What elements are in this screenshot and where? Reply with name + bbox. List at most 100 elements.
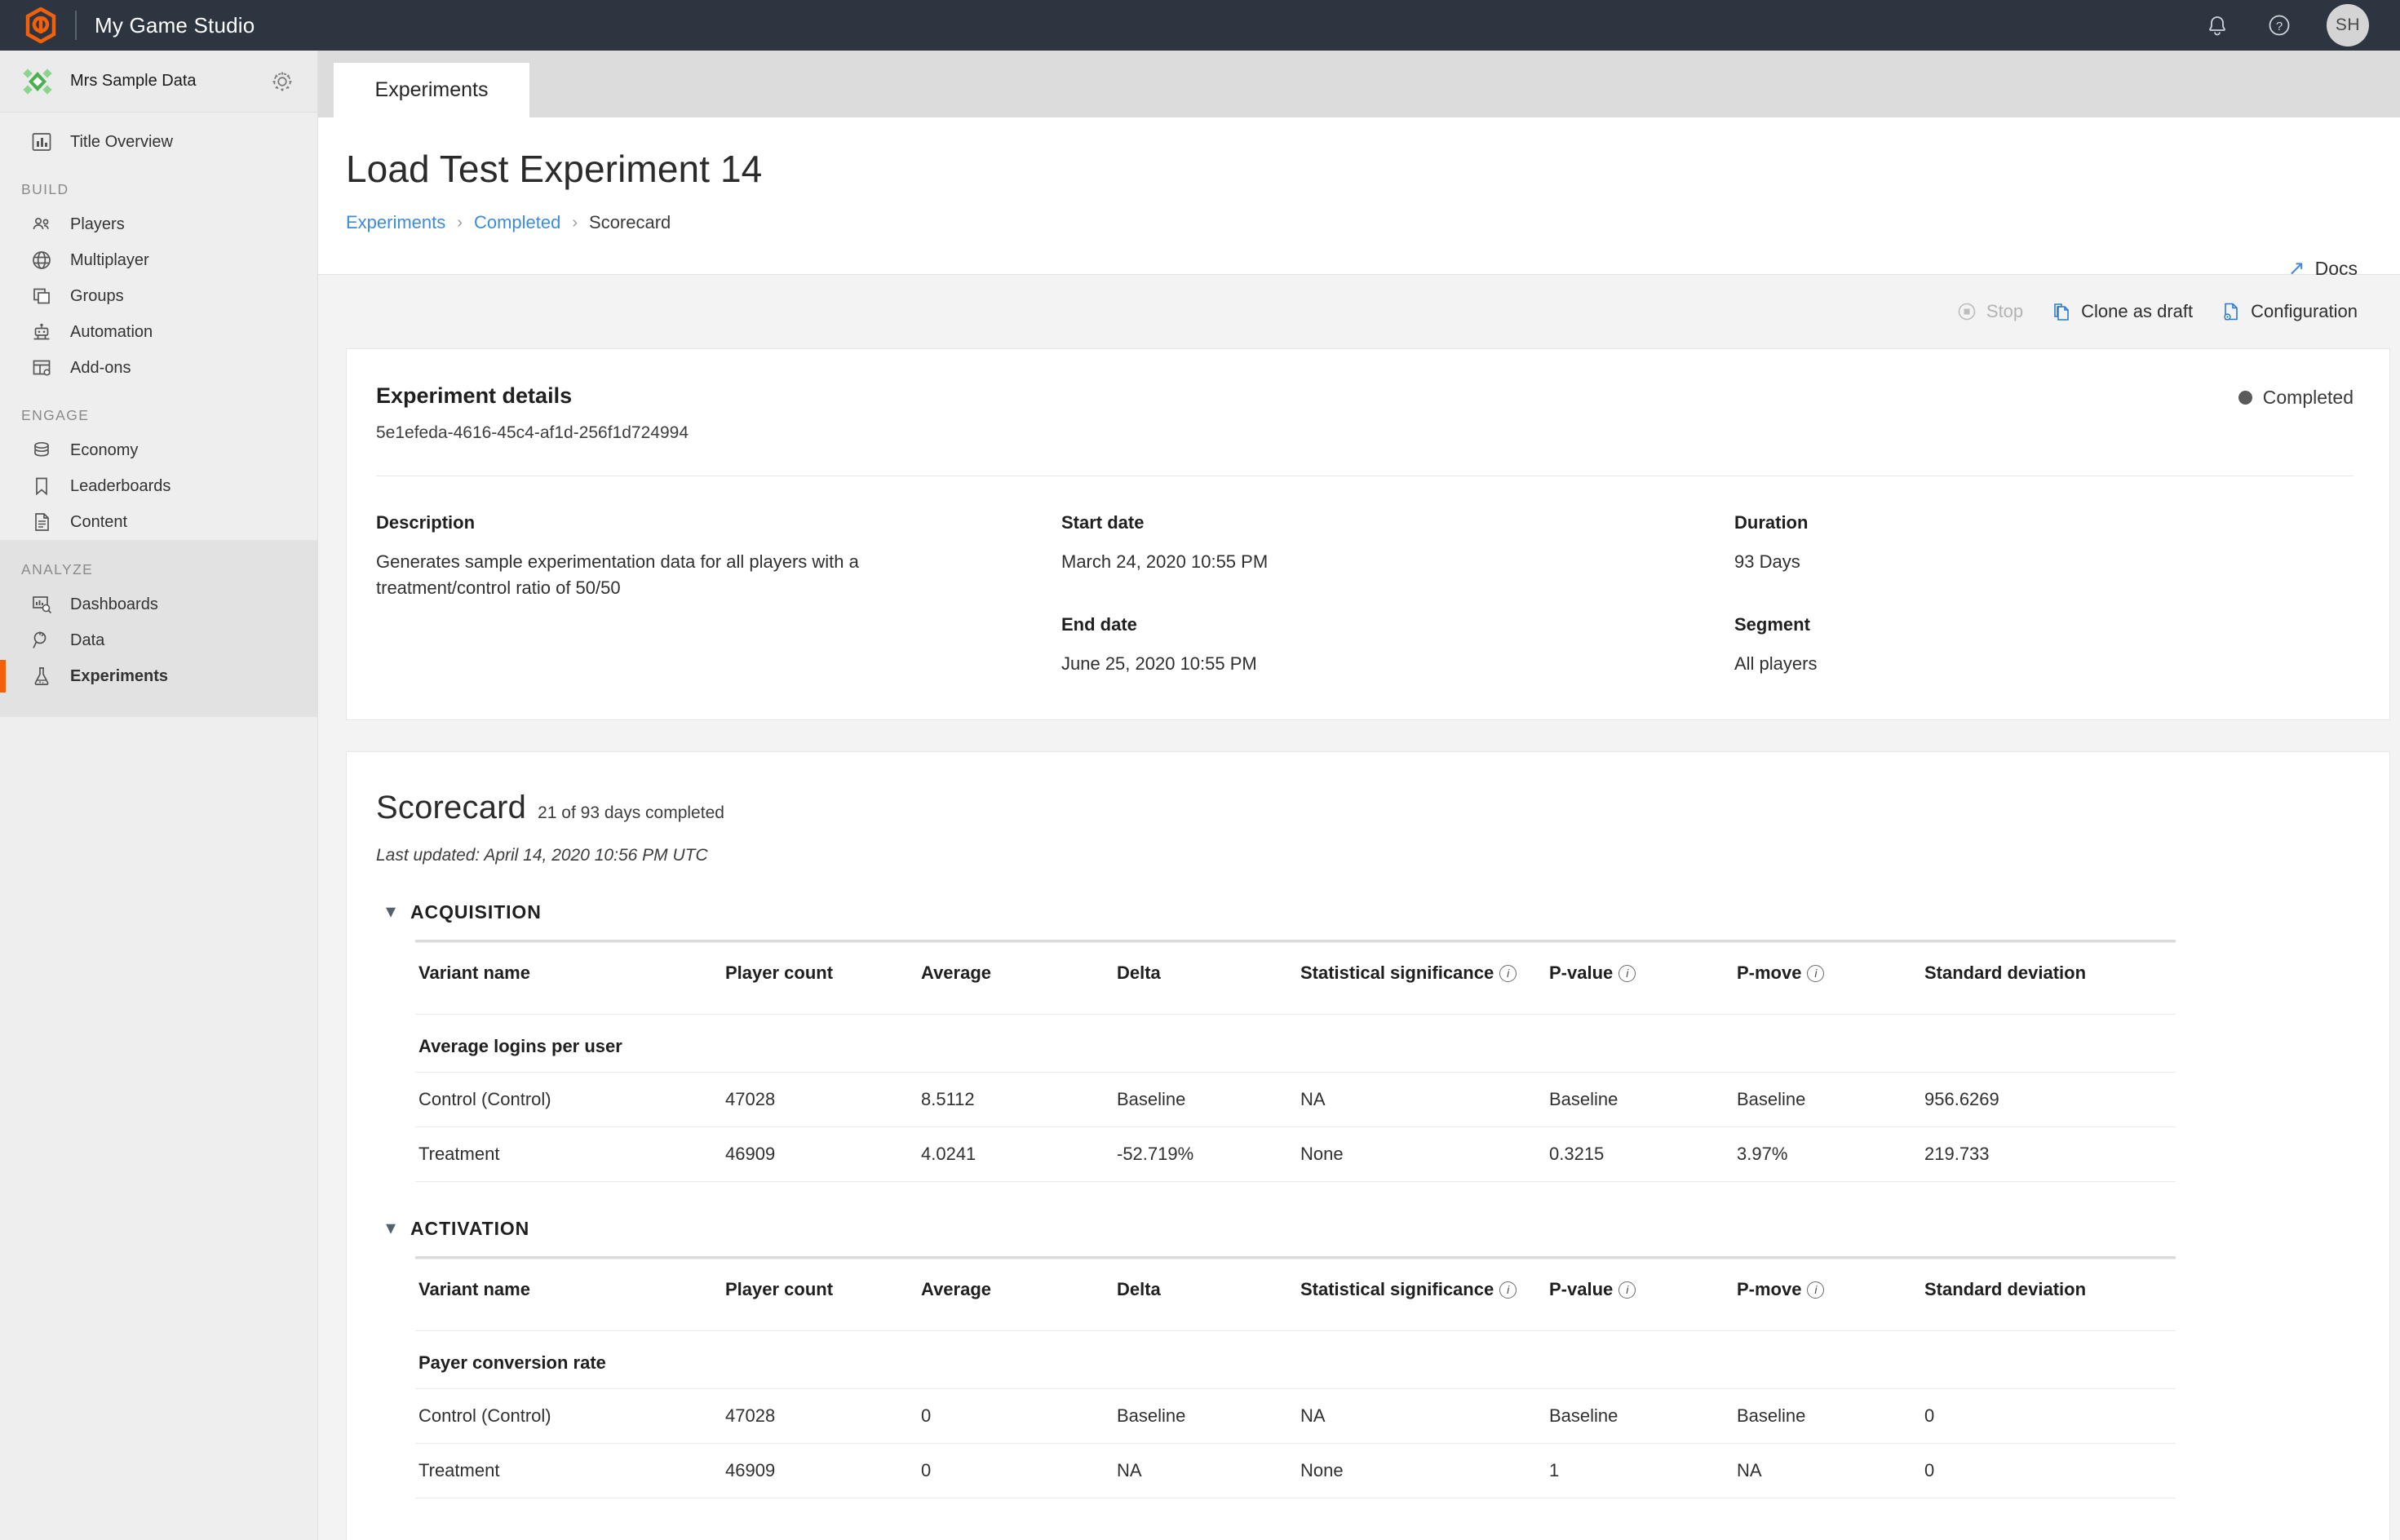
cell-player-count: 47028 <box>725 1071 921 1127</box>
col-standard-deviation: Standard deviation <box>1924 941 2176 1015</box>
top-bar: My Game Studio ? SH <box>0 0 2400 51</box>
sidebar-item-groups[interactable]: Groups <box>0 278 317 314</box>
col-player-count: Player count <box>725 1258 921 1331</box>
cell-p-value: 0.3215 <box>1549 1126 1737 1182</box>
sidebar-item-label: Leaderboards <box>70 476 171 495</box>
cell-standard-deviation: 219.733 <box>1924 1126 2176 1182</box>
info-icon[interactable]: i <box>1618 964 1636 982</box>
scorecard-title: Scorecard <box>376 789 527 825</box>
col-variant-name: Variant name <box>415 1258 725 1331</box>
info-icon[interactable]: i <box>1499 964 1517 982</box>
cell-p-move: Baseline <box>1737 1071 1924 1127</box>
avatar[interactable]: SH <box>2327 4 2369 46</box>
cell-variant-name: Control (Control) <box>415 1387 725 1444</box>
segment-value: All players <box>1734 653 1818 674</box>
sidebar-item-multiplayer[interactable]: Multiplayer <box>0 242 317 278</box>
bar-chart-icon <box>29 130 54 154</box>
col-player-count: Player count <box>725 941 921 1015</box>
col-p-value: P-value i <box>1549 1258 1737 1331</box>
cell-standard-deviation: 0 <box>1924 1442 2176 1498</box>
duration-label: Duration <box>1734 512 1809 533</box>
cell-p-move: 3.97% <box>1737 1126 1924 1182</box>
info-icon[interactable]: i <box>1807 964 1825 982</box>
col-p-move: P-move i <box>1737 941 1924 1015</box>
sidebar-item-label: Players <box>70 215 125 233</box>
tab-experiments[interactable]: Experiments <box>334 63 529 117</box>
app-root: My Game Studio ? SH Mrs Sample Data Titl… <box>0 0 2400 1540</box>
sidebar-item-dashboards[interactable]: Dashboards <box>0 586 317 622</box>
studio-diamond-icon <box>21 65 54 98</box>
scorecard-table-acquisition: Control (Control) 47028 8.5112 Baseline … <box>415 1071 2176 1182</box>
sidebar-item-automation[interactable]: Automation <box>0 314 317 350</box>
col-standard-deviation: Standard deviation <box>1924 1258 2176 1331</box>
breadcrumb-item-scorecard: Scorecard <box>589 212 671 232</box>
hexagon-logo-icon[interactable] <box>23 7 59 43</box>
cell-variant-name: Control (Control) <box>415 1071 725 1127</box>
brand-title: My Game Studio <box>95 12 255 38</box>
globe-icon <box>29 248 54 272</box>
sidebar-item-content[interactable]: Content <box>0 504 317 540</box>
sidebar-item-label: Dashboards <box>70 595 158 613</box>
studio-selector[interactable]: Mrs Sample Data <box>0 51 317 113</box>
sidebar-group-build: BUILD Players Multiplayer Groups Automat… <box>0 160 317 386</box>
cell-p-move: NA <box>1737 1442 1924 1498</box>
sidebar-group-label: BUILD <box>21 181 69 197</box>
chevron-down-icon: ▾ <box>386 901 396 923</box>
cell-variant-name: Treatment <box>415 1126 725 1182</box>
dashboard-search-icon <box>29 592 54 617</box>
start-date-value: March 24, 2020 10:55 PM <box>1061 551 1269 572</box>
end-date-block: End date June 25, 2020 10:55 PM <box>1061 614 1734 677</box>
duration-value: 93 Days <box>1734 551 1800 572</box>
breadcrumb-item-experiments[interactable]: Experiments <box>346 212 445 233</box>
sidebar-item-leaderboards[interactable]: Leaderboards <box>0 468 317 504</box>
robot-icon <box>29 320 54 344</box>
sidebar-item-players[interactable]: Players <box>0 206 317 242</box>
experiment-guid: 5e1efeda-4616-45c4-af1d-256f1d724994 <box>376 423 689 442</box>
bell-icon[interactable] <box>2203 11 2232 40</box>
stop-label: Stop <box>1986 301 2024 321</box>
status-label: Completed <box>2262 387 2354 408</box>
info-icon[interactable]: i <box>1618 1281 1636 1299</box>
question-circle-icon[interactable]: ? <box>2265 11 2294 40</box>
clone-as-draft-button[interactable]: Clone as draft <box>2051 301 2193 322</box>
sidebar-item-experiments[interactable]: Experiments <box>0 658 317 694</box>
sidebar-item-data[interactable]: Data <box>0 622 317 658</box>
sidebar-item-title-overview[interactable]: Title Overview <box>0 124 317 160</box>
chevron-right-icon: › <box>457 213 463 232</box>
cell-variant-name: Treatment <box>415 1442 725 1498</box>
layers-icon <box>29 284 54 308</box>
segment-label: Segment <box>1734 613 1810 635</box>
cell-player-count: 46909 <box>725 1442 921 1498</box>
scorecard-table-header: Variant name Player count Average Delta … <box>415 941 2176 1015</box>
breadcrumb-item-completed[interactable]: Completed <box>474 212 560 233</box>
page-title: Load Test Experiment 14 <box>346 148 763 190</box>
sidebar-item-label: Experiments <box>70 666 169 685</box>
docs-link[interactable]: ↗ Docs <box>2288 258 2358 280</box>
info-icon[interactable]: i <box>1807 1281 1825 1299</box>
sidebar-item-add-ons[interactable]: Add-ons <box>0 350 317 386</box>
end-date-value: June 25, 2020 10:55 PM <box>1061 653 1257 674</box>
addons-icon <box>29 356 54 380</box>
col-delta: Delta <box>1117 1258 1300 1331</box>
section-header[interactable]: ▾ ACTIVATION <box>376 1218 2354 1240</box>
scorecard-header: Scorecard 21 of 93 days completed <box>376 790 2354 826</box>
cell-average: 0 <box>921 1387 1117 1444</box>
cell-p-value: 1 <box>1549 1442 1737 1498</box>
gear-icon[interactable] <box>268 68 296 95</box>
header-divider <box>318 274 2400 275</box>
sidebar-item-label: Economy <box>70 440 139 459</box>
metric-name: Average logins per user <box>418 1035 622 1056</box>
info-icon[interactable]: i <box>1499 1281 1517 1299</box>
sidebar-item-label: Multiplayer <box>70 250 149 269</box>
flask-icon <box>29 664 54 688</box>
table-header-row: Variant name Player count Average Delta … <box>415 1258 2176 1331</box>
tab-strip: Experiments <box>318 51 2400 117</box>
sidebar-item-economy[interactable]: Economy <box>0 432 317 468</box>
external-arrow-icon: ↗ <box>2287 257 2305 280</box>
sidebar-group-label: ANALYZE <box>21 561 94 578</box>
end-date-label: End date <box>1061 613 1137 635</box>
table-row: Control (Control) 47028 8.5112 Baseline … <box>415 1071 2176 1127</box>
configuration-button[interactable]: Configuration <box>2221 301 2358 322</box>
sidebar: Mrs Sample Data Title Overview BUILD Pla… <box>0 51 318 1540</box>
section-header[interactable]: ▾ ACQUISITION <box>376 901 2354 923</box>
